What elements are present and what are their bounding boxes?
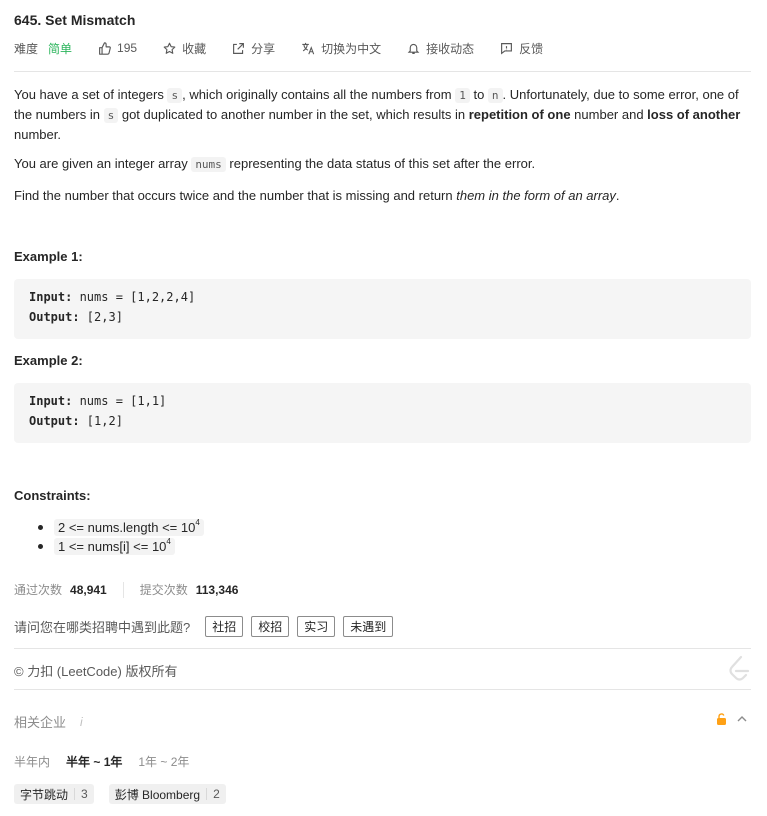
- inline-code: s: [103, 108, 119, 123]
- difficulty-badge: 简单: [48, 41, 73, 56]
- description-paragraph-3: Find the number that occurs twice and th…: [14, 188, 620, 203]
- divider: [122, 581, 124, 598]
- inline-code: n: [487, 88, 503, 103]
- share-icon: [232, 42, 245, 55]
- bullet: [38, 525, 43, 530]
- survey-option-social[interactable]: 社招: [205, 616, 244, 637]
- thumbs-up-icon: [98, 41, 111, 55]
- favorite-label: 收藏: [182, 41, 207, 56]
- accepted-count: 48,941: [70, 582, 107, 597]
- subscribe-button[interactable]: 接收动态: [407, 40, 474, 57]
- switch-language-button[interactable]: 切换为中文: [301, 40, 381, 57]
- inline-code: s: [167, 88, 183, 103]
- chevron-up-icon[interactable]: [737, 715, 747, 723]
- inline-code: nums: [191, 157, 226, 172]
- feedback-label: 反馈: [519, 41, 544, 56]
- like-button[interactable]: 195: [98, 41, 137, 55]
- feedback-button[interactable]: 反馈: [500, 40, 543, 57]
- tab-half-to-one-year[interactable]: 半年 ~ 1年: [66, 753, 122, 770]
- companies-controls: [716, 713, 747, 725]
- share-button[interactable]: 分享: [232, 40, 275, 57]
- submission-stats: 通过次数 48,941 提交次数 113,346: [14, 581, 238, 598]
- feedback-icon: [500, 42, 513, 55]
- share-label: 分享: [251, 41, 276, 56]
- constraints-heading: Constraints:: [14, 488, 91, 503]
- difficulty-label: 难度: [14, 41, 39, 56]
- star-icon: [163, 42, 176, 55]
- divider: [14, 689, 751, 690]
- inline-code: 1: [455, 88, 470, 103]
- problem-meta-bar: 难度 简单 195 收藏 分享 切换为中文 接收动态 反馈: [14, 39, 569, 57]
- like-count: 195: [117, 41, 138, 55]
- translate-icon: [301, 42, 315, 55]
- survey-question: 请问您在哪类招聘中遇到此题?: [14, 620, 191, 635]
- subscribe-label: 接收动态: [426, 41, 475, 56]
- bullet: [38, 544, 43, 549]
- example-2-heading: Example 2:: [14, 353, 83, 368]
- copyright: © 力扣 (LeetCode) 版权所有: [14, 664, 178, 679]
- submissions-label: 提交次数: [139, 583, 188, 597]
- interview-survey: 请问您在哪类招聘中遇到此题? 社招 校招 实习 未遇到: [14, 616, 394, 637]
- accepted-label: 通过次数: [14, 583, 63, 597]
- company-tag-bloomberg[interactable]: 彭博 Bloomberg 2: [108, 784, 226, 804]
- related-companies-header[interactable]: 相关企业 i: [14, 712, 83, 731]
- switch-language-label: 切换为中文: [321, 41, 382, 56]
- example-1-heading: Example 1:: [14, 249, 83, 264]
- favorite-button[interactable]: 收藏: [163, 40, 206, 57]
- bell-icon: [407, 42, 420, 55]
- info-icon[interactable]: i: [80, 715, 83, 729]
- submissions-count: 113,346: [195, 582, 239, 597]
- survey-option-campus[interactable]: 校招: [251, 616, 290, 637]
- survey-option-never[interactable]: 未遇到: [343, 616, 394, 637]
- time-filter-tabs: 半年内 半年 ~ 1年 1年 ~ 2年: [14, 753, 205, 770]
- description-paragraph-2: You are given an integer array nums repr…: [14, 156, 536, 172]
- lock-icon[interactable]: [716, 713, 727, 725]
- tab-one-to-two-years[interactable]: 1年 ~ 2年: [138, 753, 189, 770]
- survey-option-intern[interactable]: 实习: [297, 616, 336, 637]
- example-1-block: Input: nums = [1,2,2,4] Output: [2,3]: [14, 279, 751, 339]
- related-companies-title: 相关企业: [14, 715, 67, 730]
- divider: [14, 648, 751, 649]
- example-2-block: Input: nums = [1,1] Output: [1,2]: [14, 383, 751, 443]
- company-tag-bytedance[interactable]: 字节跳动 3: [14, 784, 94, 804]
- divider: [14, 71, 751, 72]
- leetcode-logo-icon: [727, 654, 751, 687]
- description-paragraph-1: You have a set of integers s, which orig…: [14, 87, 741, 142]
- company-tags: 字节跳动 3 彭博 Bloomberg 2: [14, 784, 241, 804]
- tab-half-year[interactable]: 半年内: [14, 753, 50, 770]
- problem-title: 645. Set Mismatch: [14, 12, 136, 28]
